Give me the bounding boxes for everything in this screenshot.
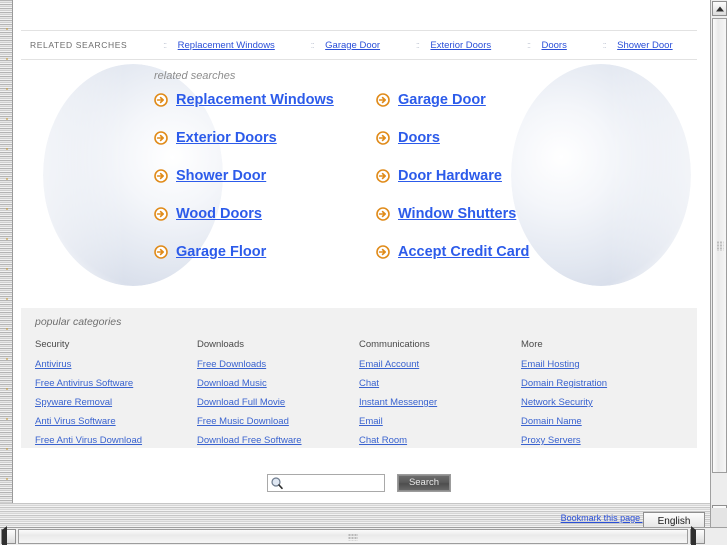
- search-button[interactable]: Search: [397, 474, 451, 492]
- related-link-label: Wood Doors: [176, 206, 262, 222]
- category-link[interactable]: Email: [359, 416, 521, 427]
- related-link-label: Window Shutters: [398, 206, 517, 222]
- related-link-label: Doors: [398, 130, 440, 146]
- related-link-wood-doors[interactable]: Wood Doors: [154, 206, 376, 222]
- category-link[interactable]: Free Downloads: [197, 359, 359, 370]
- strip-link-doors[interactable]: Doors: [541, 40, 566, 51]
- popular-categories-panel: popular categories Security Antivirus Fr…: [21, 308, 697, 448]
- category-link[interactable]: Proxy Servers: [521, 435, 683, 446]
- category-link[interactable]: Network Security: [521, 397, 683, 408]
- triangle-left-icon: [2, 526, 7, 545]
- arrow-circle-right-icon: [154, 245, 168, 259]
- category-link[interactable]: Domain Name: [521, 416, 683, 427]
- related-link-window-shutters[interactable]: Window Shutters: [376, 206, 634, 222]
- hero-title: related searches: [154, 70, 236, 82]
- arrow-circle-right-icon: [376, 207, 390, 221]
- category-link[interactable]: Email Hosting: [521, 359, 683, 370]
- related-link-label: Shower Door: [176, 168, 267, 184]
- arrow-circle-right-icon: [154, 131, 168, 145]
- related-searches-strip: RELATED SEARCHES :: Replacement Windows …: [21, 30, 697, 60]
- related-link-doors[interactable]: Doors: [376, 130, 634, 146]
- related-searches-label: RELATED SEARCHES: [30, 40, 128, 50]
- related-link-exterior-doors[interactable]: Exterior Doors: [154, 130, 376, 146]
- triangle-up-icon: [715, 6, 724, 11]
- bookmark-this-page-link[interactable]: Bookmark this page |: [561, 513, 645, 523]
- arrow-circle-right-icon: [154, 93, 168, 107]
- arrow-circle-right-icon: [154, 207, 168, 221]
- vertical-scrollbar[interactable]: [710, 0, 727, 537]
- horizontal-scrollbar[interactable]: [0, 526, 727, 545]
- strip-separator: ::: [526, 40, 531, 50]
- related-link-shower-door[interactable]: Shower Door: [154, 168, 376, 184]
- category-heading: Communications: [359, 339, 430, 350]
- search-input[interactable]: [286, 476, 382, 490]
- related-link-label: Replacement Windows: [176, 92, 334, 108]
- related-link-label: Exterior Doors: [176, 130, 277, 146]
- hero-section: related searches Replacement Windows Gar…: [21, 62, 697, 294]
- category-link[interactable]: Domain Registration: [521, 378, 683, 389]
- category-column-communications: Communications Email Account Chat Instan…: [359, 339, 521, 454]
- scroll-right-button[interactable]: [690, 526, 705, 545]
- arrow-circle-right-icon: [154, 169, 168, 183]
- strip-link-garage-door[interactable]: Garage Door: [325, 40, 380, 51]
- related-link-label: Accept Credit Card: [398, 244, 530, 260]
- vertical-scroll-thumb[interactable]: [712, 18, 727, 473]
- arrow-circle-right-icon: [376, 169, 390, 183]
- category-link[interactable]: Free Anti Virus Download: [35, 435, 197, 446]
- related-link-door-hardware[interactable]: Door Hardware: [376, 168, 634, 184]
- scroll-up-button[interactable]: [712, 1, 727, 16]
- related-link-garage-floor[interactable]: Garage Floor: [154, 244, 376, 260]
- category-link[interactable]: Instant Messenger: [359, 397, 521, 408]
- related-link-replacement-windows[interactable]: Replacement Windows: [154, 92, 376, 108]
- strip-separator: ::: [163, 40, 167, 50]
- popular-categories-title: popular categories: [35, 316, 122, 328]
- arrow-circle-right-icon: [376, 245, 390, 259]
- horizontal-scroll-thumb[interactable]: [18, 529, 688, 544]
- scrollbar-corner: [710, 508, 727, 527]
- strip-separator: ::: [310, 40, 315, 50]
- related-link-label: Garage Door: [398, 92, 486, 108]
- related-link-label: Door Hardware: [398, 168, 502, 184]
- category-link[interactable]: Download Full Movie: [197, 397, 359, 408]
- arrow-circle-right-icon: [376, 131, 390, 145]
- related-link-garage-door[interactable]: Garage Door: [376, 92, 634, 108]
- category-link[interactable]: Spyware Removal: [35, 397, 197, 408]
- category-heading: Downloads: [197, 339, 244, 350]
- strip-separator: ::: [602, 40, 607, 50]
- scroll-left-button[interactable]: [1, 526, 16, 545]
- arrow-circle-right-icon: [376, 93, 390, 107]
- strip-link-exterior-doors[interactable]: Exterior Doors: [430, 40, 491, 51]
- category-link[interactable]: Email Account: [359, 359, 521, 370]
- scroll-thumb-grip: [716, 240, 723, 251]
- triangle-right-icon: [691, 526, 696, 545]
- category-link[interactable]: Chat: [359, 378, 521, 389]
- category-heading: Security: [35, 339, 70, 350]
- related-link-accept-credit-card[interactable]: Accept Credit Card: [376, 244, 634, 260]
- category-link[interactable]: Download Music: [197, 378, 359, 389]
- category-link[interactable]: Free Music Download: [197, 416, 359, 427]
- category-link[interactable]: Antivirus: [35, 359, 197, 370]
- left-edge-gutter: [0, 0, 13, 524]
- browser-viewport: RELATED SEARCHES :: Replacement Windows …: [0, 0, 727, 545]
- category-column-more: More Email Hosting Domain Registration N…: [521, 339, 683, 454]
- related-link-label: Garage Floor: [176, 244, 267, 260]
- scroll-thumb-grip: [348, 533, 358, 540]
- category-heading: More: [521, 339, 543, 350]
- category-column-security: Security Antivirus Free Antivirus Softwa…: [35, 339, 197, 454]
- page-content: RELATED SEARCHES :: Replacement Windows …: [13, 0, 705, 503]
- category-column-downloads: Downloads Free Downloads Download Music …: [197, 339, 359, 454]
- popular-categories-columns: Security Antivirus Free Antivirus Softwa…: [35, 339, 683, 454]
- category-link[interactable]: Chat Room: [359, 435, 521, 446]
- magnifier-icon: [271, 477, 283, 490]
- category-link[interactable]: Free Antivirus Software: [35, 378, 197, 389]
- category-link[interactable]: Download Free Software: [197, 435, 359, 446]
- strip-separator: ::: [415, 40, 420, 50]
- search-row: Search: [13, 474, 705, 492]
- search-box[interactable]: [267, 474, 385, 492]
- related-links-grid: Replacement Windows Garage Door Exterior…: [154, 92, 634, 260]
- strip-link-replacement-windows[interactable]: Replacement Windows: [178, 40, 275, 51]
- strip-link-shower-door[interactable]: Shower Door: [617, 40, 672, 51]
- category-link[interactable]: Anti Virus Software: [35, 416, 197, 427]
